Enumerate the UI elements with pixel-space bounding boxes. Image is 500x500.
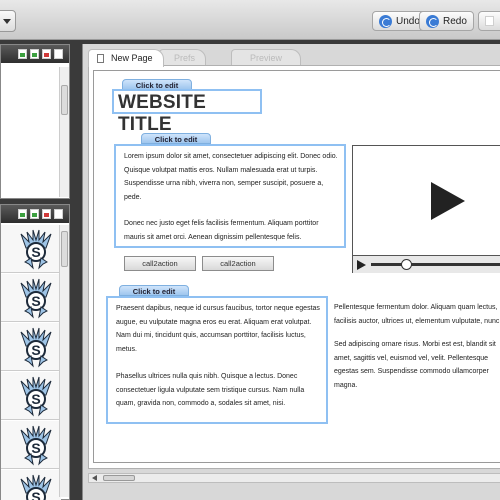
asset-icon[interactable] [54,209,63,219]
tab-label: Preview [250,53,283,63]
svg-text:S: S [31,342,40,358]
page-icon[interactable] [54,49,63,59]
edit-tab-block1[interactable]: Click to edit [141,133,211,144]
thumbnail-item[interactable]: S [1,323,61,371]
page-canvas-inner: Click to edit WEBSITE TITLE Click to edi… [93,70,500,463]
thumbnail-item[interactable]: S [1,372,61,420]
text-block-1-para-2: Donec nec justo eget felis facilisis fer… [124,220,319,241]
video-screen[interactable] [353,146,500,256]
canvas-horizontal-scrollbar[interactable] [88,473,500,483]
pages-panel-header [1,45,69,63]
text-block-1[interactable]: Lorem ipsum dolor sit amet, consectetuer… [114,144,346,248]
menu-dropdown-button[interactable] [0,10,16,32]
page-canvas: Click to edit WEBSITE TITLE Click to edi… [88,65,500,469]
hawk-mascot-icon: S [19,277,53,324]
side-text-block[interactable]: Pellentesque fermentum dolor. Aliquam qu… [334,301,500,392]
call2action-button-1[interactable]: call2action [124,256,196,271]
editor-area: New Page Prefs Preview Click to edit WEB… [82,44,500,500]
pages-scrollbar-thumb[interactable] [61,85,68,115]
text-block-2-para-2: Phasellus ultrices nulla quis nibh. Quis… [116,373,305,407]
text-block-2-para-1: Praesent dapibus, neque id cursus faucib… [116,305,320,353]
video-player[interactable] [352,145,500,273]
chevron-down-icon [3,19,11,24]
svg-text:S: S [31,440,40,456]
add-asset-icon[interactable] [18,209,27,219]
hawk-mascot-icon: S [19,326,53,373]
document-icon [97,54,104,63]
side-text-para-2: Sed adipiscing ornare risus. Morbi est e… [334,341,496,389]
hawk-mascot-icon: S [19,473,53,500]
add-page-icon[interactable] [18,49,27,59]
hawk-mascot-icon: S [19,424,53,471]
pages-scrollbar[interactable] [59,67,69,197]
tab-label: New Page [111,53,153,63]
undo-icon [379,14,392,28]
thumbnail-item[interactable]: S [1,470,61,500]
top-toolbar: Undo Redo [0,0,500,40]
thumbnail-item[interactable]: S [1,421,61,469]
video-seek-bar[interactable] [371,263,500,266]
tab-new-page[interactable]: New Page [88,49,164,67]
scroll-left-icon[interactable] [92,475,98,481]
play-small-icon[interactable] [357,260,367,270]
svg-text:S: S [31,489,40,500]
thumbnail-item[interactable]: S [1,225,61,273]
editor-tabs: New Page Prefs Preview [83,46,500,67]
hawk-mascot-icon: S [19,228,53,275]
undo-label: Undo [396,15,420,27]
svg-text:S: S [31,391,40,407]
image-asset-icon[interactable] [30,209,39,219]
redo-icon [426,14,439,28]
thumbnail-item[interactable]: S [1,274,61,322]
assets-panel-header [1,205,69,223]
svg-text:S: S [31,244,40,260]
horizontal-scrollbar-thumb[interactable] [103,475,135,481]
side-text-para-1: Pellentesque fermentum dolor. Aliquam qu… [334,304,500,325]
delete-page-icon[interactable] [42,49,51,59]
assets-panel: S S S S S S [0,204,70,500]
site-title[interactable]: WEBSITE TITLE [112,89,262,135]
copy-page-icon[interactable] [30,49,39,59]
assets-scrollbar-thumb[interactable] [61,231,68,267]
edit-tab-block2[interactable]: Click to edit [119,285,189,296]
redo-label: Redo [443,15,467,27]
hawk-mascot-icon: S [19,375,53,422]
video-seek-handle[interactable] [401,259,412,270]
tab-label: Prefs [174,53,196,63]
save-icon [485,16,494,26]
save-button[interactable] [478,11,500,31]
call2action-button-2[interactable]: call2action [202,256,274,271]
pages-panel [0,44,70,199]
svg-text:S: S [31,293,40,309]
assets-scrollbar[interactable] [59,225,69,497]
play-icon[interactable] [431,182,465,220]
redo-button[interactable]: Redo [419,11,474,31]
text-block-2[interactable]: Praesent dapibus, neque id cursus faucib… [106,296,328,424]
video-controls [353,256,500,273]
delete-asset-icon[interactable] [42,209,51,219]
text-block-1-para-1: Lorem ipsum dolor sit amet, consectetuer… [124,153,338,201]
